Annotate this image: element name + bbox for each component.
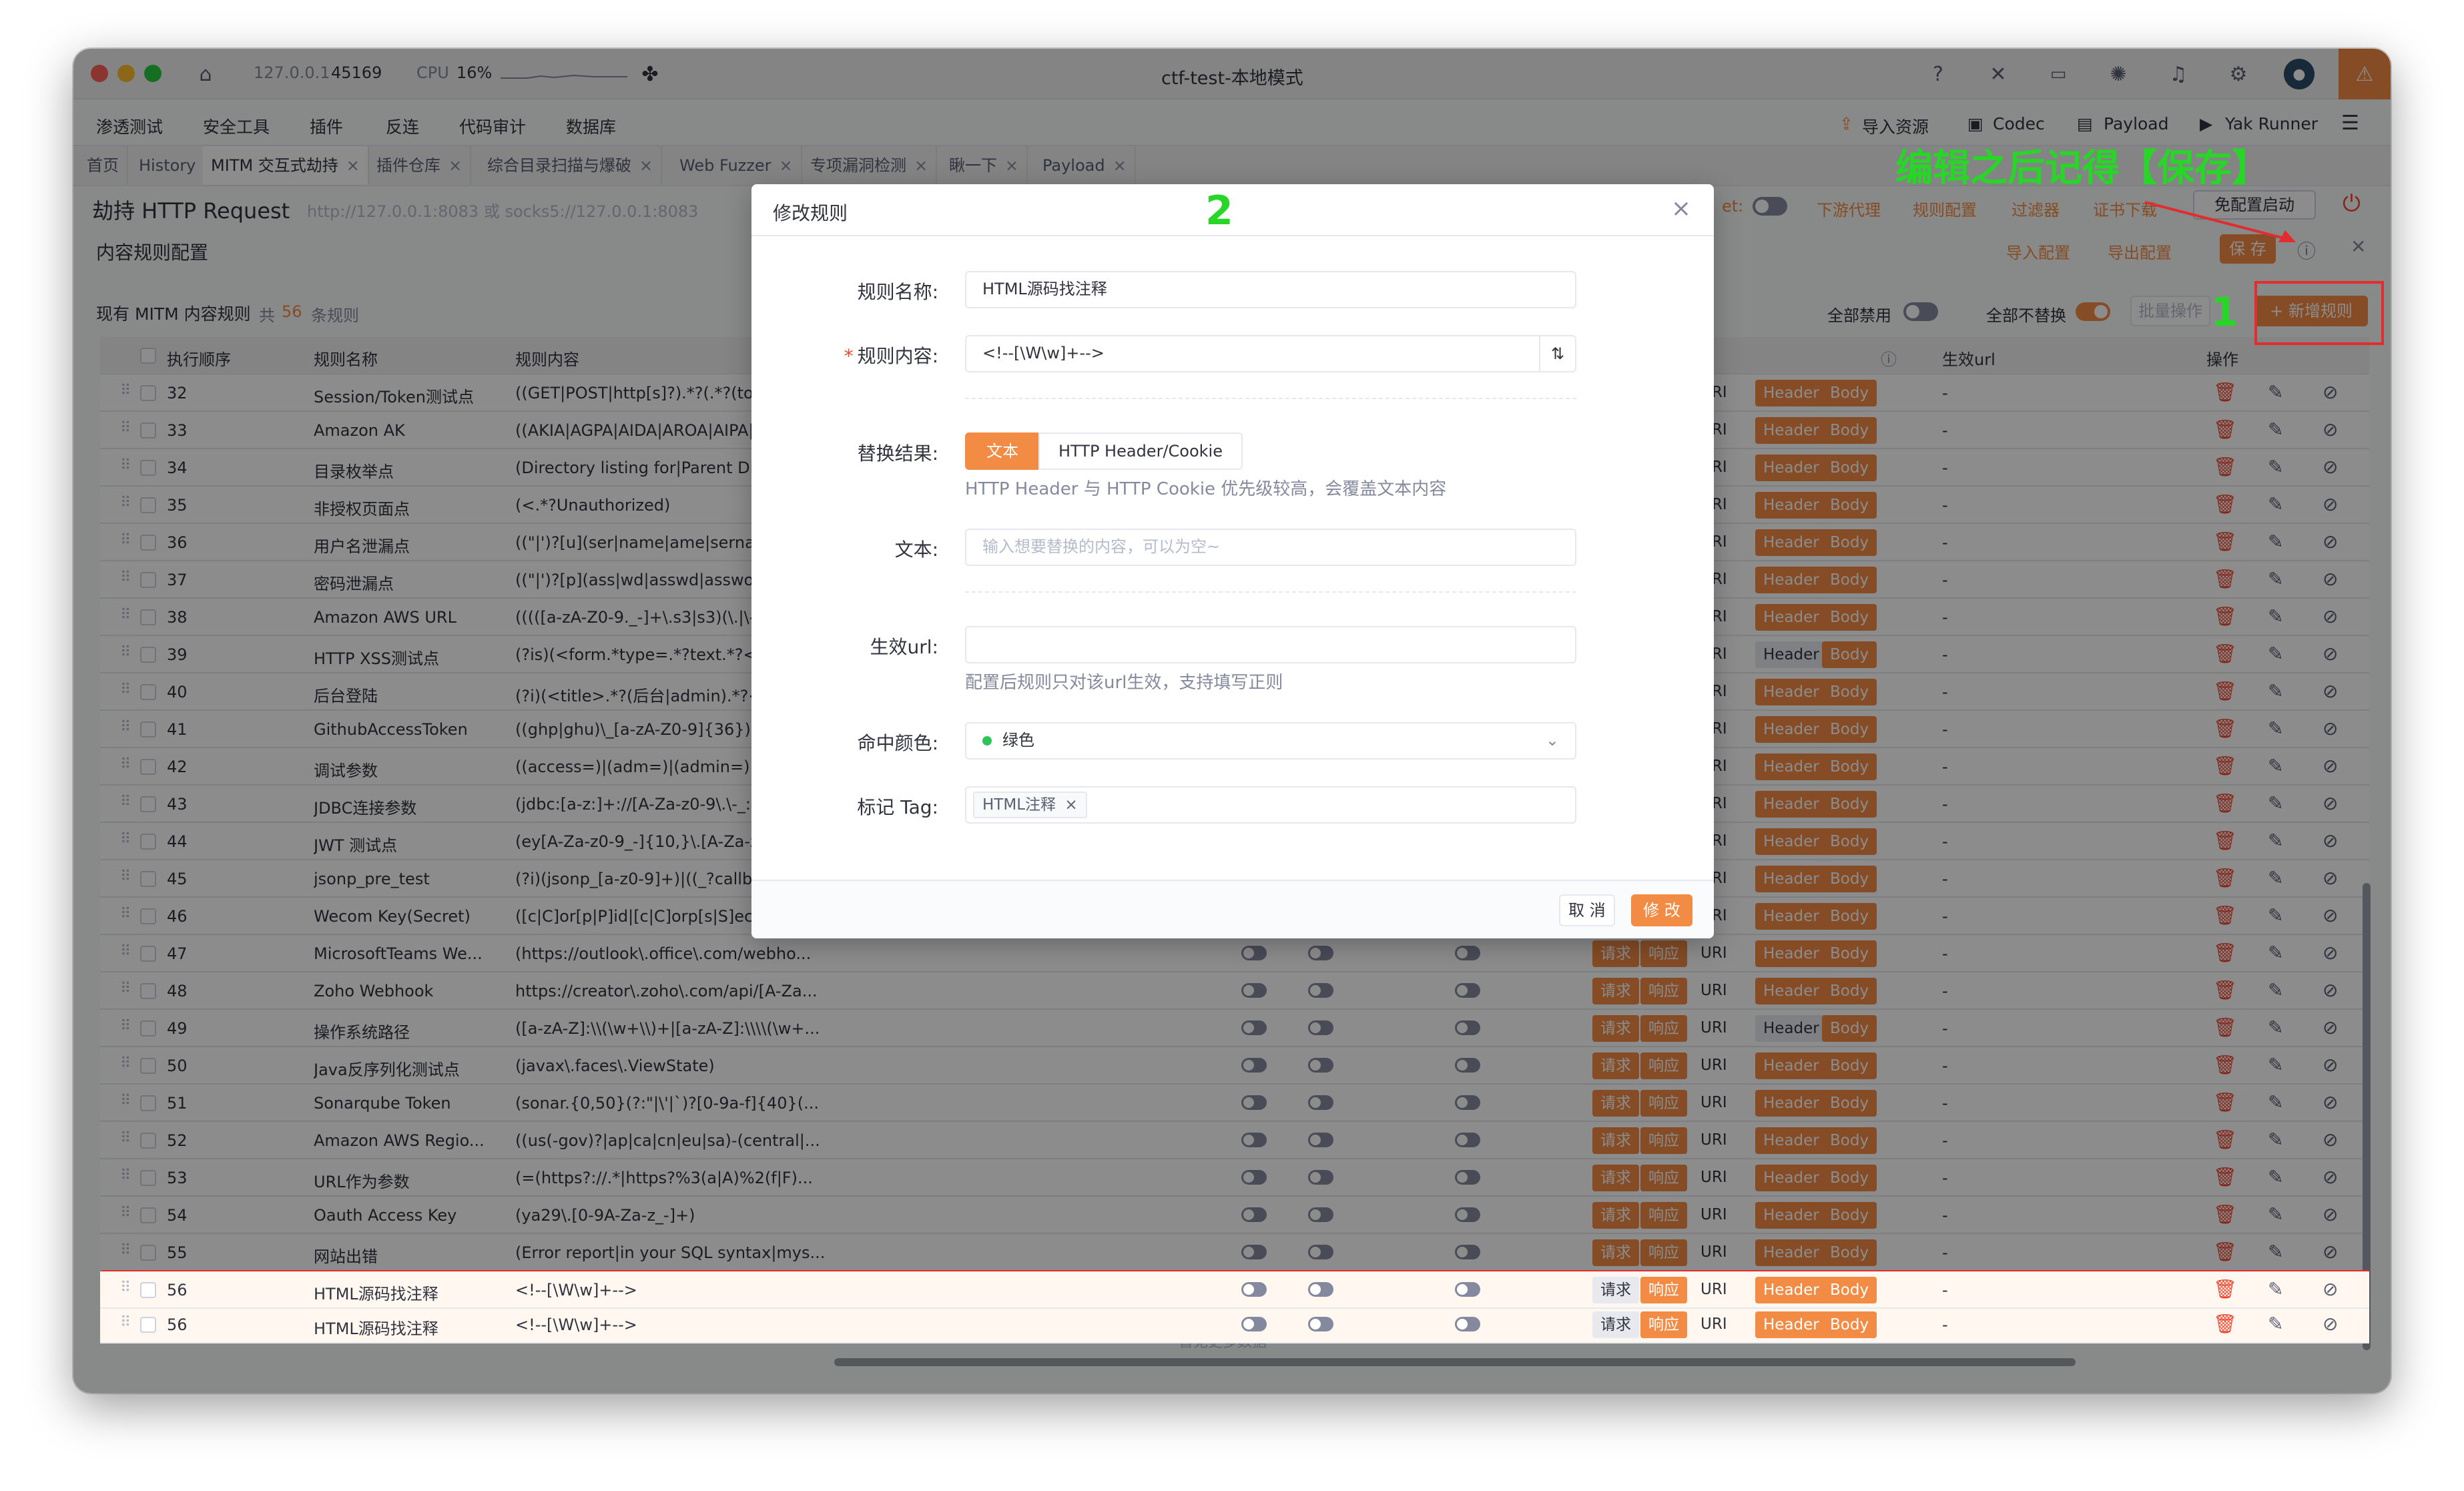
table-row-highlight[interactable]: ⠿ 56 HTML源码找注释 <!--[\W\w]+--> 请求 响应 URI …: [100, 1306, 2369, 1344]
row-toggle-replace[interactable]: [1308, 1282, 1333, 1297]
hit-color-value: 绿色: [1002, 731, 1034, 750]
disable-icon[interactable]: ⊘: [2323, 1313, 2338, 1335]
rule-content-label-text: 规则内容:: [857, 345, 938, 367]
sliders-icon[interactable]: ⇅: [1539, 336, 1575, 371]
annotation-2: 2: [1205, 188, 1233, 234]
effective-url-help: 配置后规则只对该url生效，支持填写正则: [965, 673, 1283, 693]
annotation-note: 编辑之后记得【保存】: [1895, 147, 2269, 190]
row-uri-tag[interactable]: URI: [1701, 1281, 1727, 1298]
cancel-button[interactable]: 取 消: [1559, 894, 1615, 926]
tag-chip-label: HTML注释: [982, 796, 1056, 814]
row-checkbox[interactable]: [140, 1282, 156, 1298]
annotation-arrow: [2144, 201, 2296, 242]
row-name: HTML源码找注释: [314, 1285, 438, 1303]
row-content: <!--[\W\w]+-->: [515, 1281, 637, 1299]
rule-content-input[interactable]: <!--[\W\w]+-->: [965, 335, 1576, 372]
row-request-tag[interactable]: 请求: [1592, 1311, 1639, 1338]
submit-button[interactable]: 修 改: [1631, 894, 1692, 926]
row-order: 56: [167, 1315, 188, 1334]
effective-url-label: 生效url:: [870, 636, 938, 658]
row-checkbox[interactable]: [140, 1317, 156, 1333]
row-order: 56: [167, 1281, 188, 1299]
row-toggle-disable[interactable]: [1241, 1282, 1267, 1297]
tag-input[interactable]: HTML注释 ×: [965, 786, 1576, 824]
rule-name-input[interactable]: HTML源码找注释: [965, 271, 1576, 308]
row-toggle-drop[interactable]: [1455, 1317, 1480, 1331]
delete-icon[interactable]: 🗑: [2213, 1278, 2237, 1300]
divider: [965, 591, 1576, 593]
rule-name-label: 规则名称:: [857, 281, 938, 303]
drag-handle-icon[interactable]: ⠿: [120, 1279, 131, 1296]
effective-url-input[interactable]: [965, 626, 1576, 663]
row-content: <!--[\W\w]+-->: [515, 1315, 637, 1334]
dialog-footer: 取 消 修 改: [751, 880, 1714, 938]
hit-color-select[interactable]: 绿色 ⌄: [965, 722, 1576, 760]
row-header-tag[interactable]: Header: [1755, 1277, 1827, 1303]
close-icon[interactable]: ×: [1064, 796, 1077, 814]
row-url: -: [1942, 1281, 1948, 1299]
hit-color-label: 命中颜色:: [857, 732, 938, 754]
text-placeholder: 输入想要替换的内容，可以为空~: [982, 537, 1221, 556]
edit-rule-dialog: 修改规则 × 规则名称: HTML源码找注释 * 规则内容: <!--[\W\w]…: [751, 184, 1714, 938]
close-icon[interactable]: ×: [1671, 195, 1691, 222]
row-uri-tag[interactable]: URI: [1701, 1315, 1727, 1333]
edit-icon[interactable]: ✎: [2268, 1313, 2283, 1335]
row-response-tag[interactable]: 响应: [1640, 1277, 1687, 1303]
replace-type-header-cookie[interactable]: HTTP Header/Cookie: [1038, 432, 1243, 470]
tag-label: 标记 Tag:: [857, 796, 938, 818]
row-toggle-disable[interactable]: [1241, 1317, 1267, 1331]
dialog-title: 修改规则: [773, 202, 848, 224]
drag-handle-icon[interactable]: ⠿: [120, 1314, 131, 1331]
text-input[interactable]: 输入想要替换的内容，可以为空~: [965, 529, 1576, 566]
table-row[interactable]: ⠿ 56 HTML源码找注释 <!--[\W\w]+--> 请求 响应 URI …: [100, 1271, 2369, 1309]
row-toggle-replace[interactable]: [1308, 1317, 1333, 1331]
row-name: HTML源码找注释: [314, 1319, 438, 1338]
replace-result-label: 替换结果:: [857, 442, 938, 465]
delete-icon[interactable]: 🗑: [2213, 1313, 2237, 1335]
divider: [751, 235, 1714, 236]
row-request-tag[interactable]: 请求: [1592, 1277, 1639, 1303]
row-body-tag[interactable]: Body: [1822, 1311, 1877, 1338]
text-label: 文本:: [894, 539, 938, 561]
row-toggle-drop[interactable]: [1455, 1282, 1480, 1297]
annotation-box-add: [2254, 281, 2384, 345]
replace-type-text[interactable]: 文本: [965, 432, 1040, 470]
row-header-tag[interactable]: Header: [1755, 1311, 1827, 1338]
green-dot-icon: [982, 736, 992, 746]
edit-icon[interactable]: ✎: [2268, 1278, 2283, 1300]
row-url: -: [1942, 1315, 1948, 1334]
table-row[interactable]: ⠿ 56 HTML源码找注释 <!--[\W\w]+--> 请求 响应 URI …: [100, 1306, 2369, 1344]
row-body-tag[interactable]: Body: [1822, 1277, 1877, 1303]
divider: [965, 398, 1576, 399]
tag-chip: HTML注释 ×: [973, 792, 1087, 818]
row-response-tag[interactable]: 响应: [1640, 1311, 1687, 1338]
rule-content-label: * 规则内容:: [844, 345, 938, 367]
annotation-1: 1: [2210, 289, 2238, 336]
disable-icon[interactable]: ⊘: [2323, 1278, 2338, 1300]
app-window: ⌂ 127.0.0.1 45169 CPU 16% ✤ ctf-test-本地模…: [73, 49, 2391, 1393]
replace-help: HTTP Header 与 HTTP Cookie 优先级较高，会覆盖文本内容: [965, 479, 1447, 499]
chevron-down-icon: ⌄: [1545, 731, 1559, 750]
